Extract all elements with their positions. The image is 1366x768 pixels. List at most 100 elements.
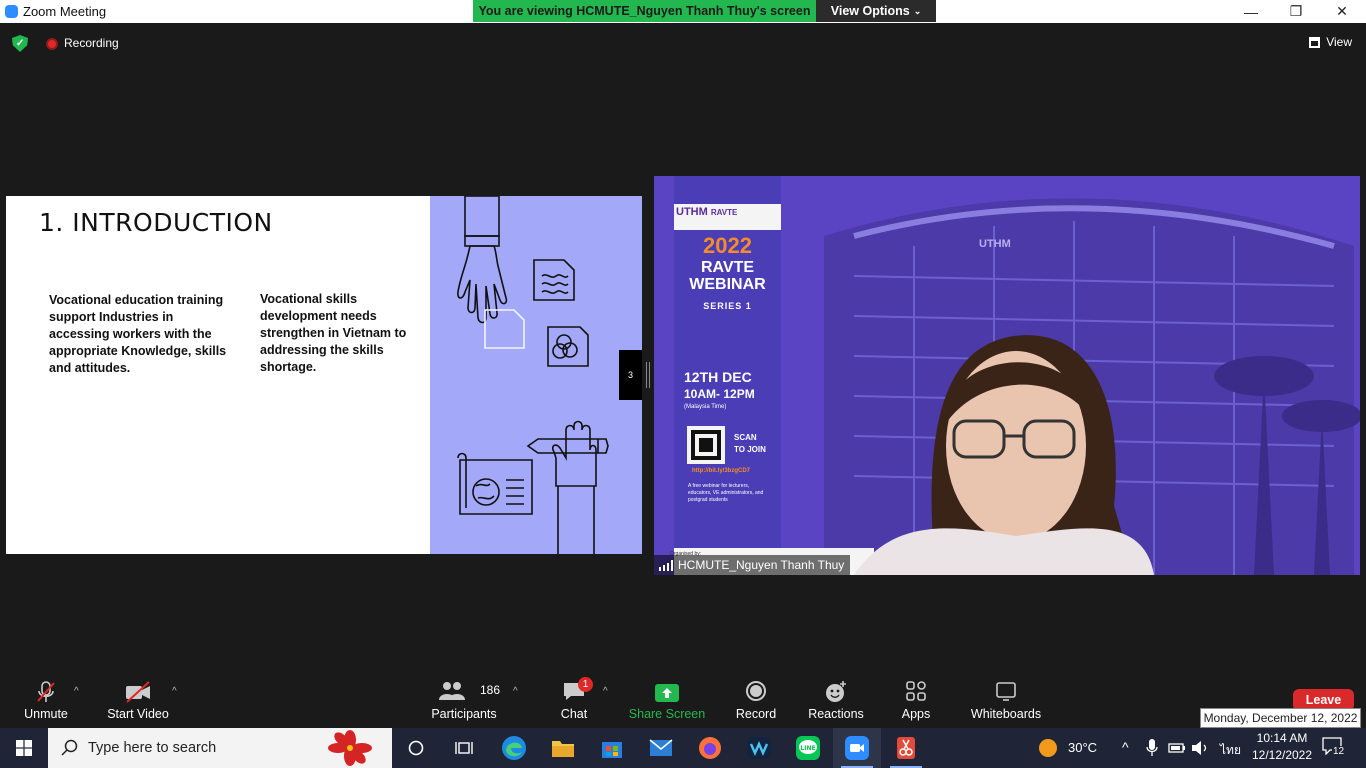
building-sign: UTHM (979, 238, 1011, 250)
start-video-label: Start Video (107, 707, 169, 721)
sun-icon (1039, 739, 1057, 757)
task-view-icon (455, 742, 473, 754)
split-view-resize-handle[interactable] (646, 362, 650, 388)
poster-date: 12TH DEC (684, 369, 752, 385)
clock[interactable]: 10:14 AM 12/12/2022 (1250, 730, 1314, 764)
firefox-app[interactable] (686, 728, 734, 768)
poster-series: SERIES 1 (703, 301, 752, 311)
edge-app[interactable] (490, 728, 538, 768)
webex-icon (747, 737, 771, 759)
cortana-button[interactable] (392, 728, 440, 768)
unmute-label: Unmute (24, 707, 68, 721)
windows-logo-icon (16, 740, 32, 756)
check-icon: ✓ (16, 38, 25, 49)
firefox-icon (699, 737, 721, 759)
title-bar: Zoom Meeting You are viewing HCMUTE_Nguy… (0, 0, 1366, 23)
poster-time: 10AM- 12PM (684, 387, 755, 401)
battery-icon[interactable] (1168, 741, 1186, 755)
poster-webinar: WEBINAR (689, 276, 766, 293)
microphone-icon[interactable] (1146, 739, 1158, 757)
show-hidden-icons-chevron-icon[interactable]: ^ (1122, 739, 1129, 755)
line-app[interactable]: LINE (784, 728, 832, 768)
participants-label: Participants (431, 707, 497, 721)
mail-app[interactable] (637, 728, 685, 768)
chat-caret-icon[interactable]: ^ (603, 686, 608, 697)
snipping-tool-app[interactable] (882, 728, 930, 768)
start-button[interactable] (0, 728, 48, 768)
view-options-button[interactable]: View Options ⌄ (816, 0, 936, 22)
zoom-icon (845, 736, 869, 760)
restore-button[interactable]: ❐ (1273, 0, 1319, 23)
view-label: View (1326, 35, 1352, 49)
whiteboard-icon (996, 682, 1016, 701)
video-off-icon (126, 681, 150, 703)
view-grid-icon (1309, 36, 1321, 48)
chevron-down-icon: ⌄ (913, 5, 922, 16)
webex-app[interactable] (735, 728, 783, 768)
whiteboards-label: Whiteboards (970, 707, 1042, 721)
chat-badge: 1 (578, 677, 593, 692)
muted-microphone-icon (37, 681, 55, 702)
notification-count: 12 (1332, 746, 1346, 757)
poinsettia-icon (328, 730, 372, 766)
poster-to-join: TO JOIN (734, 445, 766, 454)
volume-icon[interactable] (1191, 740, 1209, 756)
search-icon (61, 739, 78, 756)
snipping-tool-icon (897, 737, 915, 759)
svg-text:LINE: LINE (800, 745, 815, 752)
slide-page-number[interactable]: 3 (619, 350, 642, 400)
weather-temperature: 30°C (1068, 740, 1098, 755)
signal-strength-icon (659, 560, 673, 571)
slide-text-left: Vocational education training support In… (49, 293, 227, 375)
apps-icon (906, 681, 926, 701)
poster-ravte: RAVTE (700, 259, 755, 276)
task-view-button[interactable] (440, 728, 488, 768)
chat-label: Chat (560, 707, 588, 721)
line-icon: LINE (796, 736, 820, 760)
cortana-circle-icon (408, 740, 424, 756)
zoom-app-icon (5, 5, 18, 18)
poster-logo-ravte: RAVTE (710, 208, 738, 217)
file-explorer-app[interactable] (539, 728, 587, 768)
share-screen-label: Share Screen (628, 707, 706, 721)
poster-timezone: (Malaysia Time) (684, 404, 727, 410)
apps-label: Apps (901, 707, 931, 721)
recording-label[interactable]: Recording (64, 36, 119, 50)
participant-name-label: HCMUTE_Nguyen Thanh Thuy (654, 555, 851, 575)
participant-video-tile[interactable]: UTHM RAVTE 2022 RAVTE WEBINAR SERIES 1 1… (654, 176, 1360, 575)
weather-widget[interactable]: 30°C (1036, 728, 1100, 768)
recording-dot-icon (46, 38, 58, 50)
close-button[interactable]: ✕ (1319, 0, 1365, 23)
poster-logo-uthm: UTHM (676, 206, 708, 218)
view-options-label: View Options (830, 4, 910, 18)
slide-title: 1. INTRODUCTION (39, 208, 273, 237)
zoom-app[interactable] (833, 728, 881, 768)
language-indicator[interactable]: ไทย (1220, 741, 1241, 760)
participants-caret-icon[interactable]: ^ (513, 686, 518, 697)
date-tooltip: Monday, December 12, 2022 (1200, 708, 1361, 728)
shared-screen-slide: 1. INTRODUCTION Vocational education tra… (6, 196, 642, 554)
window-title: Zoom Meeting (23, 4, 107, 19)
taskbar-search-box[interactable]: Type here to search (48, 728, 392, 768)
participant-count: 186 (480, 683, 501, 697)
participants-icon (439, 682, 465, 700)
notifications-button[interactable]: 12 (1322, 737, 1346, 759)
clock-time: 10:14 AM (1256, 731, 1308, 745)
clock-date: 12/12/2022 (1251, 748, 1313, 762)
windows-taskbar: Type here to search LINE 30°C ^ ไทย 10:1… (0, 728, 1366, 768)
store-bag-icon (602, 742, 622, 758)
poster-scan: SCAN (734, 433, 757, 442)
zoom-meeting-window: Zoom Meeting You are viewing HCMUTE_Nguy… (0, 0, 1366, 768)
reactions-smiley-icon (826, 681, 846, 702)
record-label: Record (735, 707, 777, 721)
view-button[interactable]: View (1309, 35, 1352, 49)
folder-icon (552, 741, 574, 757)
video-options-caret-icon[interactable]: ^ (172, 686, 177, 697)
record-icon (746, 681, 766, 701)
poster-description: A free webinar for lecturers, educators,… (688, 483, 764, 503)
mail-envelope-icon (649, 739, 673, 756)
microsoft-store-app[interactable] (588, 728, 636, 768)
minimize-button[interactable]: — (1228, 0, 1274, 23)
slide-text-right: Vocational skills development needs stre… (260, 292, 407, 374)
audio-options-caret-icon[interactable]: ^ (74, 686, 79, 697)
